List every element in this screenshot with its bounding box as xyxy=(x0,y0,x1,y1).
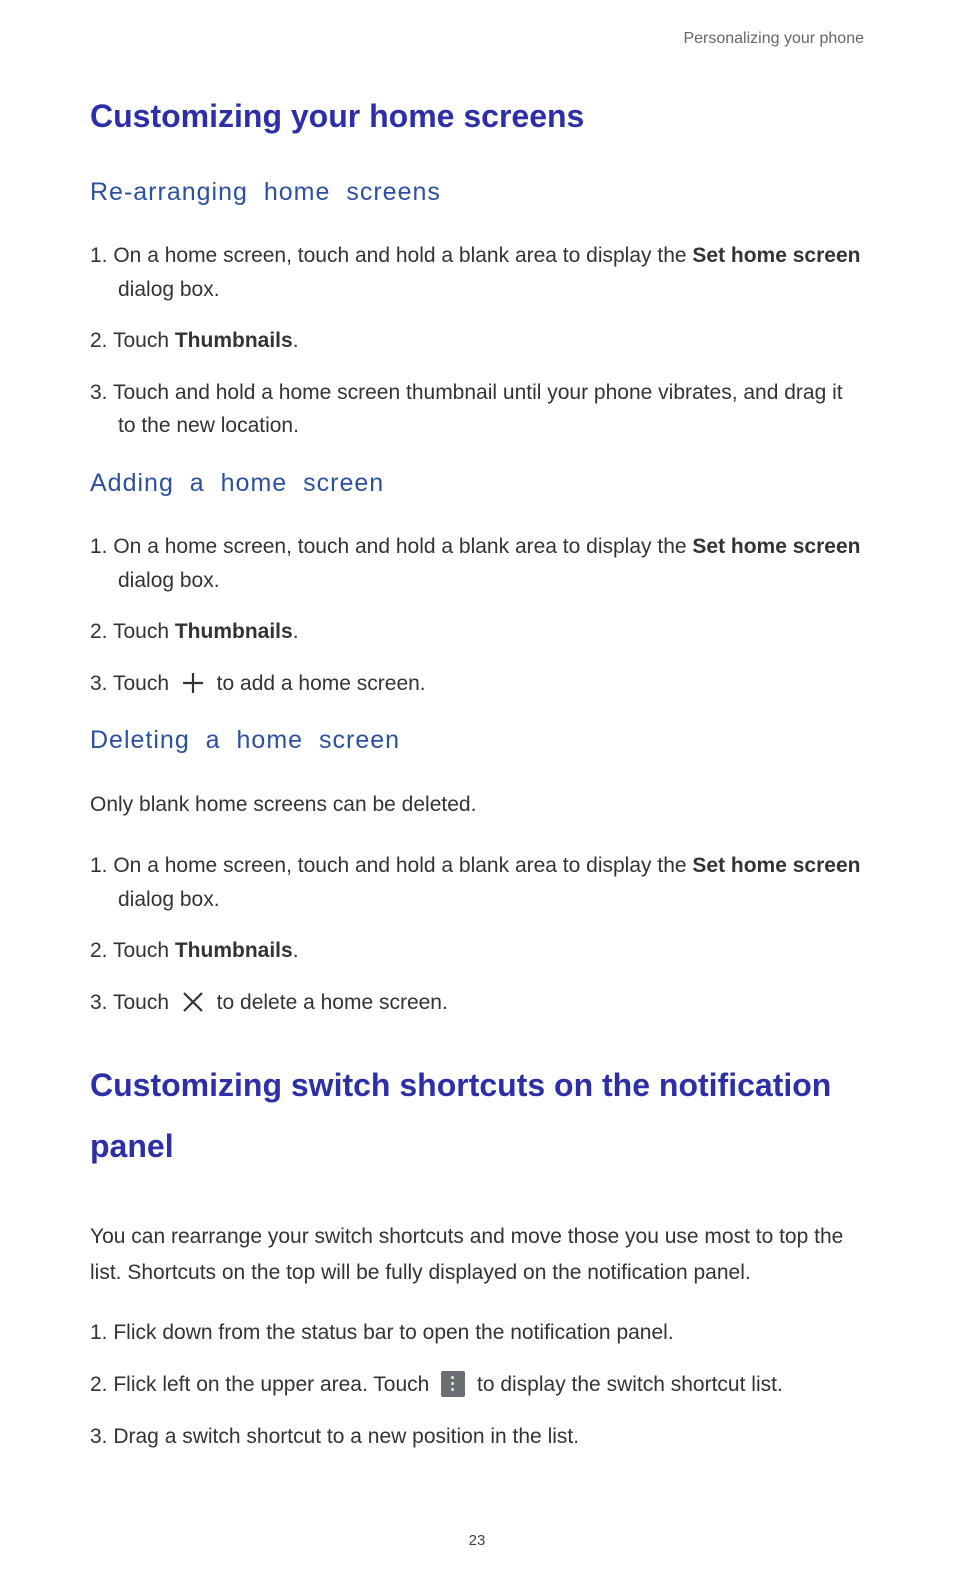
step-item: 3. Touch to delete a home screen. xyxy=(90,986,864,1020)
heading-customizing-switch-shortcuts: Customizing switch shortcuts on the noti… xyxy=(90,1055,864,1177)
step-text: 3. Touch and hold a home screen thumbnai… xyxy=(90,381,843,438)
intro-text: Only blank home screens can be deleted. xyxy=(90,787,864,823)
bold-text: Set home screen xyxy=(692,854,860,877)
step-text: dialog box. xyxy=(118,888,220,911)
step-text: 2. Touch xyxy=(90,329,175,352)
page-number: 23 xyxy=(0,1532,954,1549)
bold-text: Thumbnails xyxy=(175,939,293,962)
subheading-adding-home-screen: Adding a home screen xyxy=(90,469,864,498)
step-item: 1. On a home screen, touch and hold a bl… xyxy=(90,530,864,597)
step-text: dialog box. xyxy=(118,569,220,592)
step-item: 3. Drag a switch shortcut to a new posit… xyxy=(90,1420,864,1454)
bold-text: Set home screen xyxy=(692,535,860,558)
step-text: 1. On a home screen, touch and hold a bl… xyxy=(90,244,692,267)
heading-customizing-home-screens: Customizing your home screens xyxy=(90,96,864,136)
steps-rearranging: 1. On a home screen, touch and hold a bl… xyxy=(90,239,864,443)
step-item: 2. Flick left on the upper area. Touch t… xyxy=(90,1368,864,1402)
step-text: . xyxy=(293,620,299,643)
page: Personalizing your phone Customizing you… xyxy=(0,0,954,1577)
step-text: to add a home screen. xyxy=(211,672,426,695)
step-text: 1. On a home screen, touch and hold a bl… xyxy=(90,535,692,558)
step-item: 1. On a home screen, touch and hold a bl… xyxy=(90,849,864,916)
step-text: . xyxy=(293,939,299,962)
step-text: 2. Touch xyxy=(90,620,175,643)
step-item: 2. Touch Thumbnails. xyxy=(90,324,864,358)
subheading-deleting-home-screen: Deleting a home screen xyxy=(90,726,864,755)
step-item: 3. Touch to add a home screen. xyxy=(90,667,864,701)
steps-deleting: 1. On a home screen, touch and hold a bl… xyxy=(90,849,864,1019)
step-item: 1. On a home screen, touch and hold a bl… xyxy=(90,239,864,306)
step-item: 2. Touch Thumbnails. xyxy=(90,934,864,968)
step-text: 1. Flick down from the status bar to ope… xyxy=(90,1321,674,1344)
step-text: 3. Touch xyxy=(90,672,175,695)
bold-text: Set home screen xyxy=(692,244,860,267)
steps-adding: 1. On a home screen, touch and hold a bl… xyxy=(90,530,864,700)
bold-text: Thumbnails xyxy=(175,329,293,352)
step-item: 3. Touch and hold a home screen thumbnai… xyxy=(90,376,864,443)
step-text: dialog box. xyxy=(118,278,220,301)
steps-switch-shortcuts: 1. Flick down from the status bar to ope… xyxy=(90,1316,864,1453)
step-text: 2. Touch xyxy=(90,939,175,962)
bold-text: Thumbnails xyxy=(175,620,293,643)
list-settings-icon xyxy=(441,1371,465,1397)
step-text: 2. Flick left on the upper area. Touch xyxy=(90,1373,435,1396)
step-text: 1. On a home screen, touch and hold a bl… xyxy=(90,854,692,877)
step-text: 3. Drag a switch shortcut to a new posit… xyxy=(90,1425,579,1448)
paragraph-text: You can rearrange your switch shortcuts … xyxy=(90,1219,864,1290)
subheading-rearranging-home-screens: Re-arranging home screens xyxy=(90,178,864,207)
step-text: . xyxy=(293,329,299,352)
step-item: 1. Flick down from the status bar to ope… xyxy=(90,1316,864,1350)
step-text: 3. Touch xyxy=(90,991,175,1014)
plus-icon xyxy=(181,671,205,695)
close-icon xyxy=(181,990,205,1014)
step-text: to delete a home screen. xyxy=(211,991,448,1014)
step-item: 2. Touch Thumbnails. xyxy=(90,615,864,649)
step-text: to display the switch shortcut list. xyxy=(471,1373,783,1396)
header-chapter-label: Personalizing your phone xyxy=(90,30,864,48)
